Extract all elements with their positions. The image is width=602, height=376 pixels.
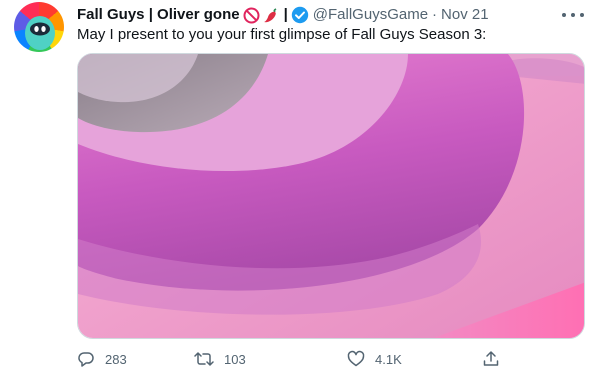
tweet-text: May I present to you your first glimpse … <box>77 26 487 43</box>
tweet-media[interactable] <box>77 53 585 339</box>
name-separator: | <box>283 6 288 23</box>
verified-badge-icon <box>291 6 309 24</box>
retweet-count: 103 <box>224 351 246 367</box>
fall-guys-bean-avatar-icon <box>25 16 55 50</box>
reply-button[interactable]: 283 <box>77 348 127 370</box>
retweet-icon <box>194 352 214 366</box>
avatar[interactable] <box>14 2 64 52</box>
timestamp[interactable]: Nov 21 <box>441 5 489 25</box>
tweet-actions: 283 103 4.1K <box>77 348 585 370</box>
video-still-image <box>78 54 584 338</box>
share-icon <box>483 351 499 366</box>
heart-icon <box>347 350 365 367</box>
share-button[interactable] <box>482 348 500 370</box>
like-count: 4.1K <box>375 351 402 367</box>
header-dot: · <box>432 6 438 23</box>
chili-pepper-emoji-icon <box>263 7 280 24</box>
retweet-button[interactable]: 103 <box>194 348 246 370</box>
like-button[interactable]: 4.1K <box>347 348 402 370</box>
prohibited-emoji-icon <box>243 7 260 24</box>
reply-count: 283 <box>105 351 127 367</box>
user-handle[interactable]: @FallGuysGame <box>313 5 428 25</box>
tweet[interactable]: Fall Guys | Oliver gone | @FallGuysGame … <box>0 0 602 376</box>
display-name[interactable]: Fall Guys | Oliver gone <box>77 5 240 25</box>
reply-icon <box>78 352 94 367</box>
more-dots-icon[interactable] <box>562 8 584 22</box>
tweet-header: Fall Guys | Oliver gone | @FallGuysGame … <box>77 5 489 25</box>
